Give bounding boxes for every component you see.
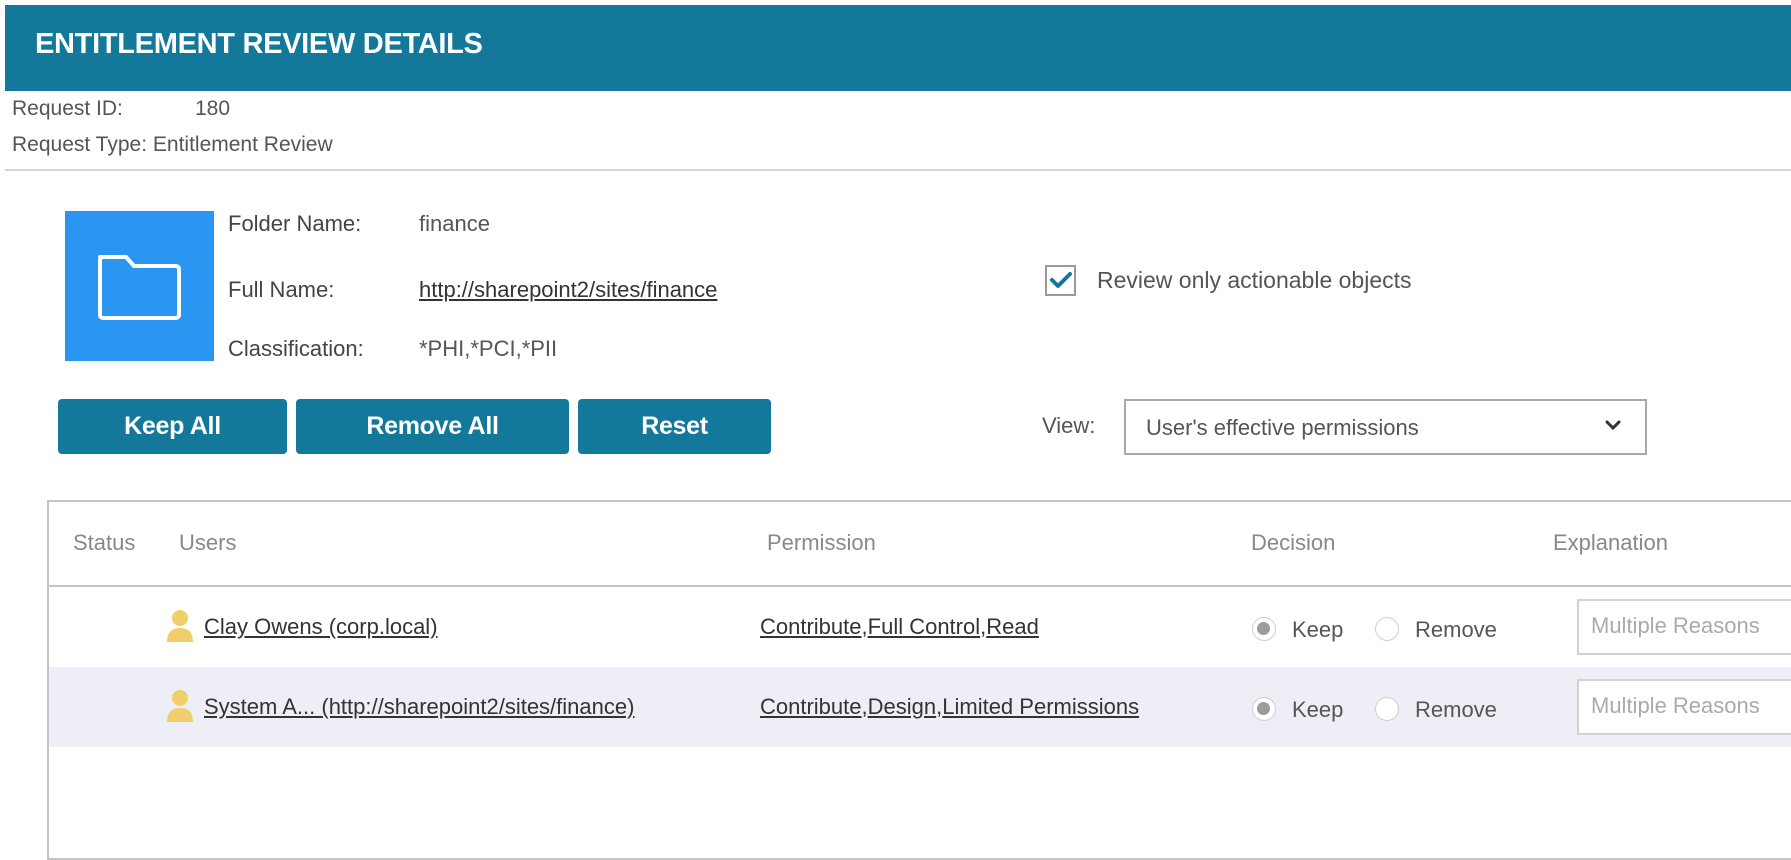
folder-icon: [98, 255, 181, 320]
chevron-down-icon: [1605, 420, 1621, 431]
full-name-label: Full Name:: [228, 277, 335, 302]
remove-radio-label[interactable]: Remove: [1415, 697, 1497, 723]
classification-value: *PHI,*PCI,*PII: [419, 336, 558, 361]
permission-link[interactable]: Contribute: [760, 694, 862, 719]
checkmark-icon: [1050, 272, 1072, 288]
column-header-permission: Permission: [767, 530, 876, 555]
column-header-decision: Decision: [1251, 530, 1336, 555]
user-icon: [167, 690, 193, 722]
remove-all-button[interactable]: Remove All: [296, 399, 569, 454]
request-id-value: 180: [195, 97, 231, 120]
request-type-label: Request Type:: [12, 133, 148, 156]
folder-name-value: finance: [419, 211, 490, 236]
view-select[interactable]: User's effective permissions: [1124, 399, 1647, 455]
explanation-input[interactable]: Multiple Reasons: [1577, 679, 1791, 735]
review-actionable-checkbox[interactable]: [1045, 265, 1076, 296]
request-id-row: Request ID: 180: [12, 97, 230, 121]
keep-radio-label[interactable]: Keep: [1292, 697, 1343, 723]
view-select-value: User's effective permissions: [1146, 415, 1419, 440]
permission-links: Contribute,Design,Limited Permissions: [760, 694, 1140, 719]
user-icon: [167, 610, 193, 642]
column-header-users: Users: [179, 530, 237, 555]
keep-radio-label[interactable]: Keep: [1292, 617, 1343, 643]
page-title: ENTITLEMENT REVIEW DETAILS: [35, 28, 483, 60]
folder-tile: [65, 211, 214, 361]
permission-link[interactable]: Read: [986, 614, 1039, 639]
permission-link[interactable]: Design: [868, 694, 936, 719]
explanation-input[interactable]: Multiple Reasons: [1577, 599, 1791, 655]
request-type-value: Entitlement Review: [152, 133, 333, 156]
view-label: View:: [1042, 413, 1096, 438]
request-id-label: Request ID:: [12, 97, 123, 120]
remove-radio[interactable]: [1375, 697, 1399, 721]
column-header-status: Status: [73, 530, 136, 555]
user-link[interactable]: Clay Owens (corp.local): [204, 614, 438, 640]
classification-label: Classification:: [228, 336, 364, 361]
permission-link[interactable]: Contribute: [760, 614, 862, 639]
reset-button[interactable]: Reset: [578, 399, 771, 454]
permission-link[interactable]: Limited Permissions: [942, 694, 1139, 719]
remove-radio-label[interactable]: Remove: [1415, 617, 1497, 643]
folder-name-label: Folder Name:: [228, 211, 362, 236]
keep-radio[interactable]: [1252, 697, 1276, 721]
header-divider: [5, 169, 1791, 171]
keep-all-button[interactable]: Keep All: [58, 399, 287, 454]
remove-radio[interactable]: [1375, 617, 1399, 641]
column-header-explanation: Explanation: [1553, 530, 1668, 555]
review-actionable-label[interactable]: Review only actionable objects: [1097, 267, 1412, 294]
user-link[interactable]: System A... (http://sharepoint2/sites/fi…: [204, 694, 634, 720]
request-type-row: Request Type: Entitlement Review: [12, 133, 333, 157]
full-name-link[interactable]: http://sharepoint2/sites/finance: [419, 277, 717, 303]
permission-link[interactable]: Full Control: [868, 614, 980, 639]
permission-links: Contribute,Full Control,Read: [760, 614, 1039, 639]
keep-radio[interactable]: [1252, 617, 1276, 641]
